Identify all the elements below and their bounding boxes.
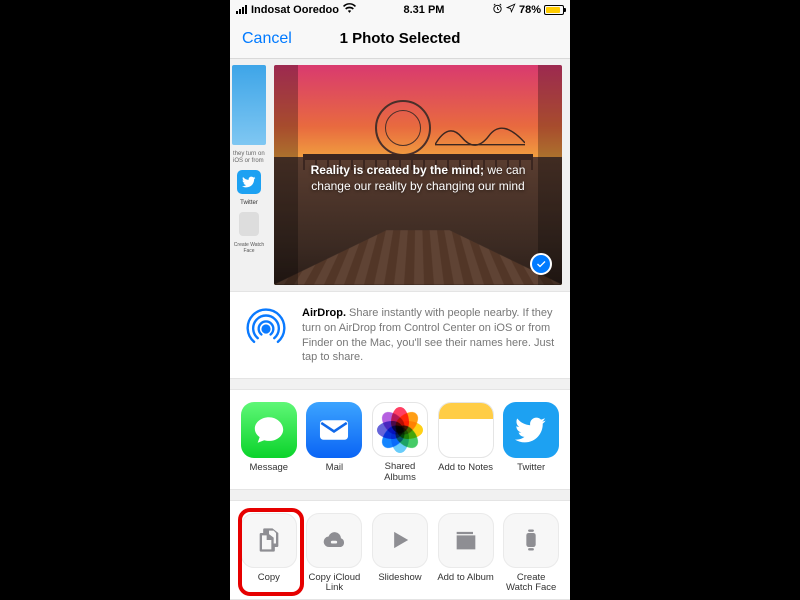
- add-album-icon: [438, 513, 494, 568]
- share-message[interactable]: Message: [240, 402, 298, 482]
- clock: 8.31 PM: [356, 4, 492, 16]
- airdrop-section[interactable]: AirDrop. Share instantly with people nea…: [230, 291, 570, 379]
- selected-checkmark-icon[interactable]: [530, 253, 552, 275]
- share-shared-albums[interactable]: Shared Albums: [371, 402, 429, 482]
- cloud-link-icon: [306, 513, 362, 568]
- airdrop-text: AirDrop. Share instantly with people nea…: [302, 306, 556, 365]
- prev-caption: they turn oniOS or from: [233, 151, 265, 164]
- battery-icon: [544, 5, 564, 15]
- actions-row[interactable]: Copy Copy iCloud Link Slideshow Add to A…: [230, 500, 570, 600]
- watch-thumb-icon: [239, 212, 259, 236]
- alarm-icon: [492, 3, 503, 17]
- action-watch-face[interactable]: Create Watch Face: [502, 513, 560, 593]
- status-bar: Indosat Ooredoo 8.31 PM 78%: [230, 0, 570, 20]
- share-sheet: Indosat Ooredoo 8.31 PM 78% Cancel 1 Pho…: [230, 0, 570, 600]
- action-copy[interactable]: Copy: [240, 513, 298, 593]
- nav-bar: Cancel 1 Photo Selected: [230, 20, 570, 59]
- thumbnail-strip[interactable]: they turn oniOS or from Twitter Create W…: [230, 65, 268, 285]
- twitter-thumb-label: Twitter: [240, 200, 258, 206]
- wifi-icon: [343, 3, 356, 16]
- signal-icon: [236, 5, 247, 14]
- copy-icon: [241, 513, 297, 568]
- share-mail[interactable]: Mail: [306, 402, 364, 482]
- carrier-label: Indosat Ooredoo: [251, 4, 339, 16]
- watch-icon: [503, 513, 559, 568]
- action-add-album[interactable]: Add to Album: [437, 513, 495, 593]
- photo-preview-area: they turn oniOS or from Twitter Create W…: [230, 59, 570, 291]
- share-notes[interactable]: Add to Notes: [437, 402, 495, 482]
- location-icon: [506, 3, 516, 16]
- twitter-thumb-icon: [237, 170, 261, 194]
- watch-thumb-label: Create Watch Face: [230, 242, 268, 254]
- battery-pct: 78%: [519, 4, 541, 16]
- prev-photo-thumb[interactable]: [232, 65, 266, 145]
- photo-overlay-text: Reality is created by the mind; we can c…: [274, 162, 562, 194]
- action-icloud-link[interactable]: Copy iCloud Link: [306, 513, 364, 593]
- selected-photo[interactable]: Reality is created by the mind; we can c…: [274, 65, 562, 285]
- play-icon: [372, 513, 428, 568]
- action-slideshow[interactable]: Slideshow: [371, 513, 429, 593]
- airdrop-icon: [244, 306, 288, 352]
- share-apps-row[interactable]: Message Mail Shared Albums Add to Notes: [230, 389, 570, 489]
- share-twitter[interactable]: Twitter: [502, 402, 560, 482]
- cancel-button[interactable]: Cancel: [230, 30, 304, 48]
